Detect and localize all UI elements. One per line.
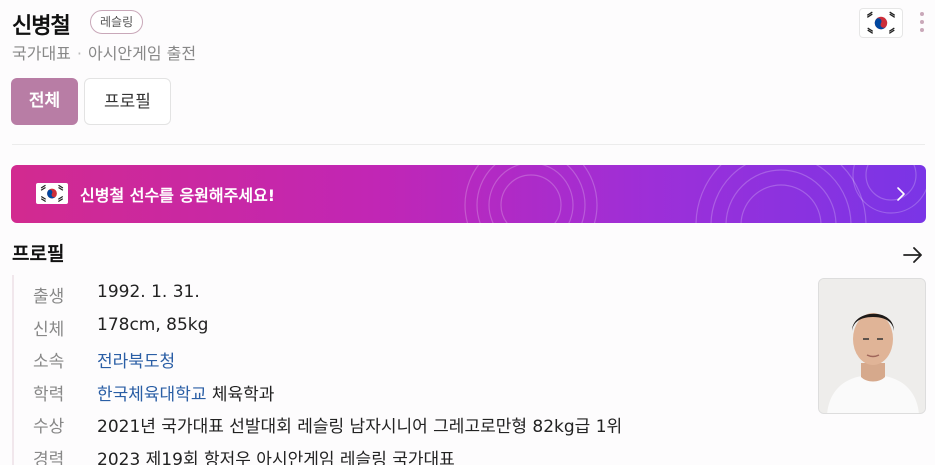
subtitle-separator: ·	[76, 44, 82, 63]
profile-section-title: 프로필	[12, 243, 65, 265]
player-photo[interactable]	[818, 278, 926, 414]
player-header: 신병철 레슬링 국가대표 · 아시안게임 출전	[12, 6, 935, 66]
divider	[12, 144, 925, 145]
row-label: 수상	[33, 417, 65, 437]
profile-row-education: 학력 한국체육대학교 체육학과	[14, 373, 802, 406]
player-subtitle: 국가대표 · 아시안게임 출전	[12, 40, 196, 64]
row-label: 경력	[33, 449, 65, 465]
profile-info-list: 출생 1992. 1. 31. 신체 178cm, 85kg 소속 전라북도청 …	[12, 275, 802, 465]
player-name: 신병철	[12, 14, 71, 39]
cheer-message: 신병철 선수를 응원해주세요!	[80, 186, 276, 205]
team-link[interactable]: 전라북도청	[97, 347, 175, 372]
profile-row-award: 수상 2021년 국가대표 선발대회 레슬링 남자시니어 그레고로만형 82kg…	[14, 405, 802, 438]
profile-row-career: 경력 2023 제19회 항저우 아시안게임 레슬링 국가대표	[14, 438, 802, 465]
department-text: 체육학과	[206, 384, 275, 405]
row-value: 한국체육대학교 체육학과	[97, 380, 274, 405]
korea-flag-icon	[860, 9, 902, 37]
row-label: 학력	[33, 384, 65, 405]
subtitle-asian-games: 아시안게임 출전	[87, 44, 197, 63]
profile-row-birth: 출생 1992. 1. 31.	[14, 275, 802, 308]
tab-all[interactable]: 전체	[11, 78, 78, 125]
row-value: 2021년 국가대표 선발대회 레슬링 남자시니어 그레고로만형 82kg급 1…	[97, 417, 623, 437]
profile-row-team: 소속 전라북도청	[14, 340, 802, 373]
row-label: 소속	[33, 352, 65, 372]
chevron-right-icon	[897, 187, 905, 201]
profile-row-body: 신체 178cm, 85kg	[14, 308, 802, 341]
row-label: 출생	[33, 287, 65, 307]
player-photo-image	[819, 279, 925, 413]
row-value: 2023 제19회 항저우 아시안게임 레슬링 국가대표	[97, 449, 455, 465]
korea-flag-icon	[36, 183, 68, 204]
subtitle-national-team: 국가대표	[12, 44, 71, 63]
university-link[interactable]: 한국체육대학교	[97, 385, 206, 405]
arrow-right-icon[interactable]	[903, 246, 923, 264]
row-label: 신체	[33, 319, 65, 340]
row-value: 1992. 1. 31.	[97, 282, 200, 302]
kebab-menu-icon[interactable]	[916, 10, 928, 34]
cheer-banner[interactable]: 신병철 선수를 응원해주세요!	[11, 165, 926, 223]
tab-profile[interactable]: 프로필	[84, 78, 171, 125]
row-value: 178cm, 85kg	[97, 314, 209, 335]
sport-badge[interactable]: 레슬링	[90, 10, 144, 34]
